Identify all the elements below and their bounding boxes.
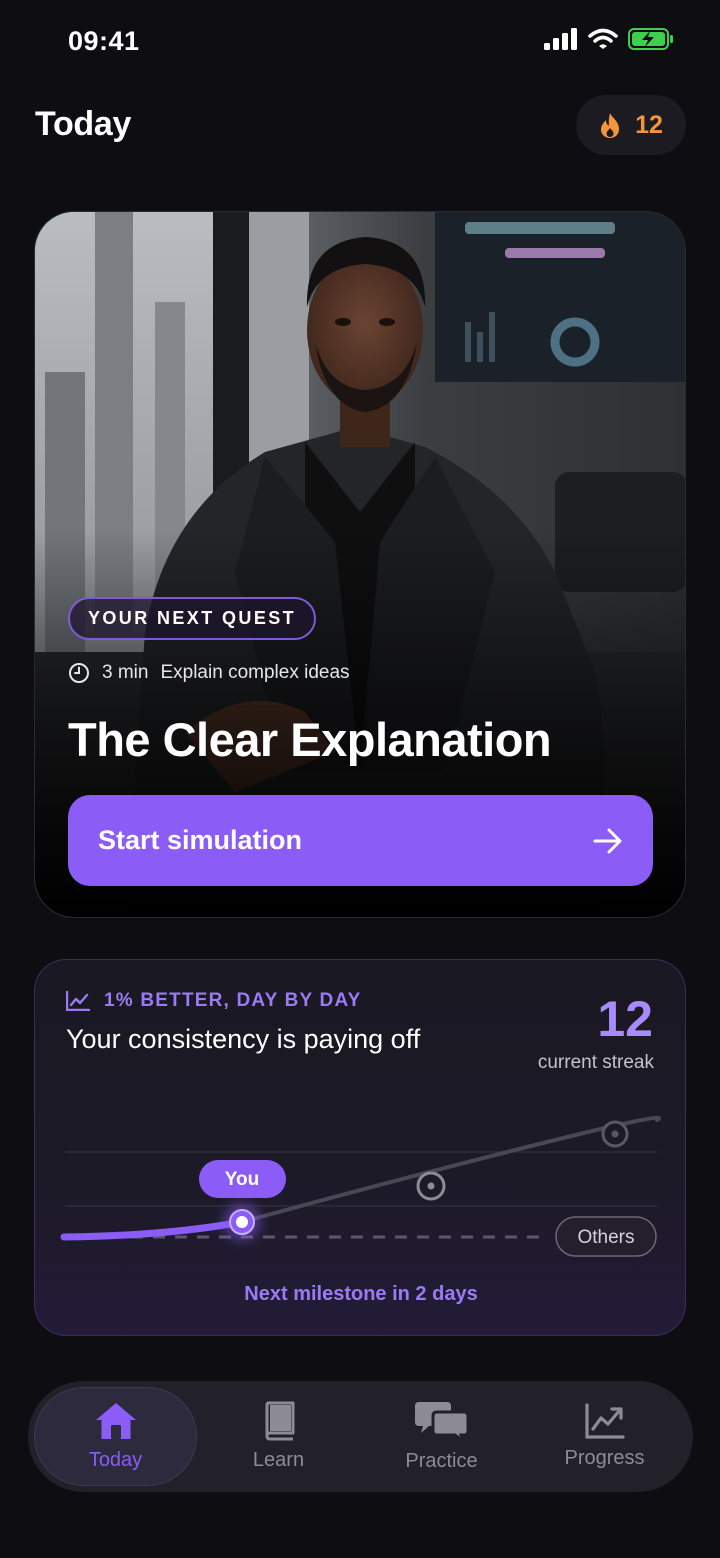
status-icons xyxy=(544,28,674,50)
start-simulation-button[interactable]: Start simulation xyxy=(68,795,653,886)
trend-chart-icon xyxy=(584,1403,625,1439)
nav-label-progress: Progress xyxy=(564,1447,645,1469)
nav-label-learn: Learn xyxy=(252,1449,305,1471)
nav-label-today: Today xyxy=(88,1449,143,1471)
quest-title: The Clear Explanation xyxy=(68,713,552,766)
home-icon xyxy=(95,1403,136,1439)
status-time: 09:41 xyxy=(68,26,140,56)
nav-item-learn[interactable]: Learn xyxy=(197,1387,360,1486)
page-title: Today xyxy=(35,105,132,143)
nav-label-practice: Practice xyxy=(405,1450,478,1472)
progress-chart: You Others xyxy=(60,1115,661,1257)
battery-charging-icon xyxy=(628,28,673,50)
streak-chip[interactable]: 12 xyxy=(576,95,686,155)
flame-icon xyxy=(601,112,620,138)
arrow-right-icon xyxy=(593,828,622,853)
clock-icon xyxy=(69,663,89,683)
others-label: Others xyxy=(577,1227,634,1248)
consistency-card: 1% BETTER, DAY BY DAY Your consistency i… xyxy=(34,959,686,1336)
quest-topic: Explain complex ideas xyxy=(160,662,350,683)
cellular-signal-icon xyxy=(544,28,577,50)
chat-bubbles-icon xyxy=(414,1402,469,1442)
book-icon xyxy=(265,1401,294,1441)
quest-duration: 3 min xyxy=(102,662,149,683)
next-milestone-text: Next milestone in 2 days xyxy=(244,1283,478,1305)
streak-count: 12 xyxy=(635,110,663,139)
nav-item-today[interactable]: Today xyxy=(34,1387,197,1486)
quest-meta: 3 min Explain complex ideas xyxy=(68,662,350,684)
status-bar: 09:41 xyxy=(0,0,720,84)
next-quest-card[interactable]: YOUR NEXT QUEST 3 min Explain complex id… xyxy=(34,211,686,918)
wifi-icon xyxy=(588,28,618,49)
you-label: You xyxy=(225,1169,259,1190)
quest-badge: YOUR NEXT QUEST xyxy=(68,597,317,640)
start-simulation-label: Start simulation xyxy=(98,825,303,855)
you-trend-line xyxy=(60,1218,246,1241)
nav-item-progress[interactable]: Progress xyxy=(523,1387,686,1486)
nav-item-practice[interactable]: Practice xyxy=(360,1387,523,1486)
bottom-nav: Today Learn Practice Progress xyxy=(28,1381,693,1492)
